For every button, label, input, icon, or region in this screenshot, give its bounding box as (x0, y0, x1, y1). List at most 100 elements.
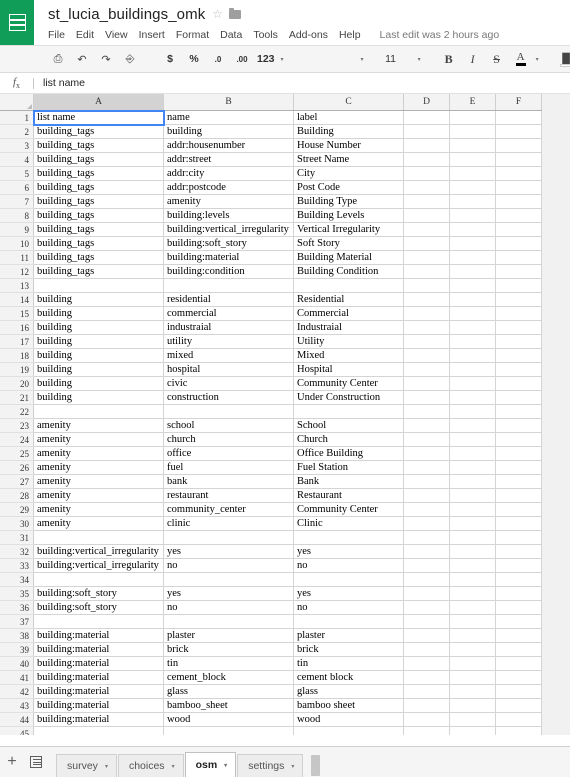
row-header-40[interactable]: 40 (0, 656, 34, 671)
cell-e15[interactable] (449, 306, 496, 321)
cell-b31[interactable] (163, 530, 294, 545)
cell-a10[interactable]: building_tags (33, 236, 164, 251)
cell-a36[interactable]: building:soft_story (33, 600, 164, 615)
column-header-b[interactable]: B (163, 94, 294, 111)
cell-e28[interactable] (449, 488, 496, 503)
cell-e40[interactable] (449, 656, 496, 671)
paint-format-icon[interactable]: ⎆ (121, 50, 139, 68)
cell-b12[interactable]: building:condition (163, 264, 294, 279)
cell-b44[interactable]: wood (163, 712, 294, 727)
row-header-9[interactable]: 9 (0, 222, 34, 237)
cell-f15[interactable] (495, 306, 542, 321)
cell-d32[interactable] (403, 544, 450, 559)
cell-c23[interactable]: School (293, 418, 404, 433)
cell-b43[interactable]: bamboo_sheet (163, 698, 294, 713)
cell-a31[interactable] (33, 530, 164, 545)
cell-a40[interactable]: building:material (33, 656, 164, 671)
row-header-3[interactable]: 3 (0, 138, 34, 153)
cell-c40[interactable]: tin (293, 656, 404, 671)
cell-d40[interactable] (403, 656, 450, 671)
cell-e29[interactable] (449, 502, 496, 517)
sheet-tab-caret-icon[interactable]: ▾ (172, 763, 175, 770)
cell-a23[interactable]: amenity (33, 418, 164, 433)
row-header-43[interactable]: 43 (0, 698, 34, 713)
row-header-20[interactable]: 20 (0, 376, 34, 391)
cell-c33[interactable]: no (293, 558, 404, 573)
currency-format-button[interactable]: $ (161, 50, 179, 68)
row-header-6[interactable]: 6 (0, 180, 34, 195)
cell-c14[interactable]: Residential (293, 292, 404, 307)
menu-item-help[interactable]: Help (339, 29, 361, 41)
cell-b30[interactable]: clinic (163, 516, 294, 531)
row-header-18[interactable]: 18 (0, 348, 34, 363)
cell-f10[interactable] (495, 236, 542, 251)
row-header-7[interactable]: 7 (0, 194, 34, 209)
number-format-button[interactable]: 123 (257, 50, 275, 68)
cell-f37[interactable] (495, 614, 542, 629)
menu-item-insert[interactable]: Insert (139, 29, 165, 41)
row-header-32[interactable]: 32 (0, 544, 34, 559)
cell-a22[interactable] (33, 404, 164, 419)
sheet-tab-caret-icon[interactable]: ▾ (105, 763, 108, 770)
cell-e30[interactable] (449, 516, 496, 531)
cell-b33[interactable]: no (163, 558, 294, 573)
cell-d31[interactable] (403, 530, 450, 545)
cell-e18[interactable] (449, 348, 496, 363)
sheets-logo-icon[interactable] (0, 0, 34, 45)
font-family-caret-icon[interactable]: ▾ (361, 56, 364, 63)
cell-d10[interactable] (403, 236, 450, 251)
cell-b41[interactable]: cement_block (163, 670, 294, 685)
row-header-12[interactable]: 12 (0, 264, 34, 279)
cell-c17[interactable]: Utility (293, 334, 404, 349)
spreadsheet-grid[interactable]: A B C D E F 1 list name name label 2 building… (0, 94, 570, 735)
all-sheets-button[interactable] (24, 746, 48, 777)
cell-f32[interactable] (495, 544, 542, 559)
cell-c43[interactable]: bamboo sheet (293, 698, 404, 713)
cell-e43[interactable] (449, 698, 496, 713)
row-header-34[interactable]: 34 (0, 572, 34, 587)
cell-e20[interactable] (449, 376, 496, 391)
cell-f13[interactable] (495, 278, 542, 293)
cell-e22[interactable] (449, 404, 496, 419)
row-header-35[interactable]: 35 (0, 586, 34, 601)
sheet-tab-choices[interactable]: choices ▾ (117, 754, 184, 777)
cell-e5[interactable] (449, 166, 496, 181)
cell-b14[interactable]: residential (163, 292, 294, 307)
row-header-42[interactable]: 42 (0, 684, 34, 699)
cell-b29[interactable]: community_center (163, 502, 294, 517)
cell-f29[interactable] (495, 502, 542, 517)
cell-f6[interactable] (495, 180, 542, 195)
cell-d34[interactable] (403, 572, 450, 587)
cell-f45[interactable] (495, 726, 542, 735)
cell-f18[interactable] (495, 348, 542, 363)
cell-c25[interactable]: Office Building (293, 446, 404, 461)
cell-a2[interactable]: building_tags (33, 124, 164, 139)
row-header-13[interactable]: 13 (0, 278, 34, 293)
cell-f7[interactable] (495, 194, 542, 209)
cell-a3[interactable]: building_tags (33, 138, 164, 153)
cell-c41[interactable]: cement block (293, 670, 404, 685)
cell-e41[interactable] (449, 670, 496, 685)
cell-f38[interactable] (495, 628, 542, 643)
cell-f16[interactable] (495, 320, 542, 335)
row-header-33[interactable]: 33 (0, 558, 34, 573)
cell-c29[interactable]: Community Center (293, 502, 404, 517)
cell-c2[interactable]: Building (293, 124, 404, 139)
print-icon[interactable]: ⎙ (49, 50, 67, 68)
cell-d38[interactable] (403, 628, 450, 643)
cell-f21[interactable] (495, 390, 542, 405)
cell-a26[interactable]: amenity (33, 460, 164, 475)
cell-b3[interactable]: addr:housenumber (163, 138, 294, 153)
column-header-f[interactable]: F (495, 94, 542, 111)
cell-f33[interactable] (495, 558, 542, 573)
cell-c4[interactable]: Street Name (293, 152, 404, 167)
number-format-caret-icon[interactable]: ▾ (281, 56, 284, 63)
cell-f11[interactable] (495, 250, 542, 265)
percent-format-button[interactable]: % (185, 50, 203, 68)
row-header-24[interactable]: 24 (0, 432, 34, 447)
cell-c10[interactable]: Soft Story (293, 236, 404, 251)
row-header-30[interactable]: 30 (0, 516, 34, 531)
cell-b6[interactable]: addr:postcode (163, 180, 294, 195)
cell-a37[interactable] (33, 614, 164, 629)
cell-a24[interactable]: amenity (33, 432, 164, 447)
